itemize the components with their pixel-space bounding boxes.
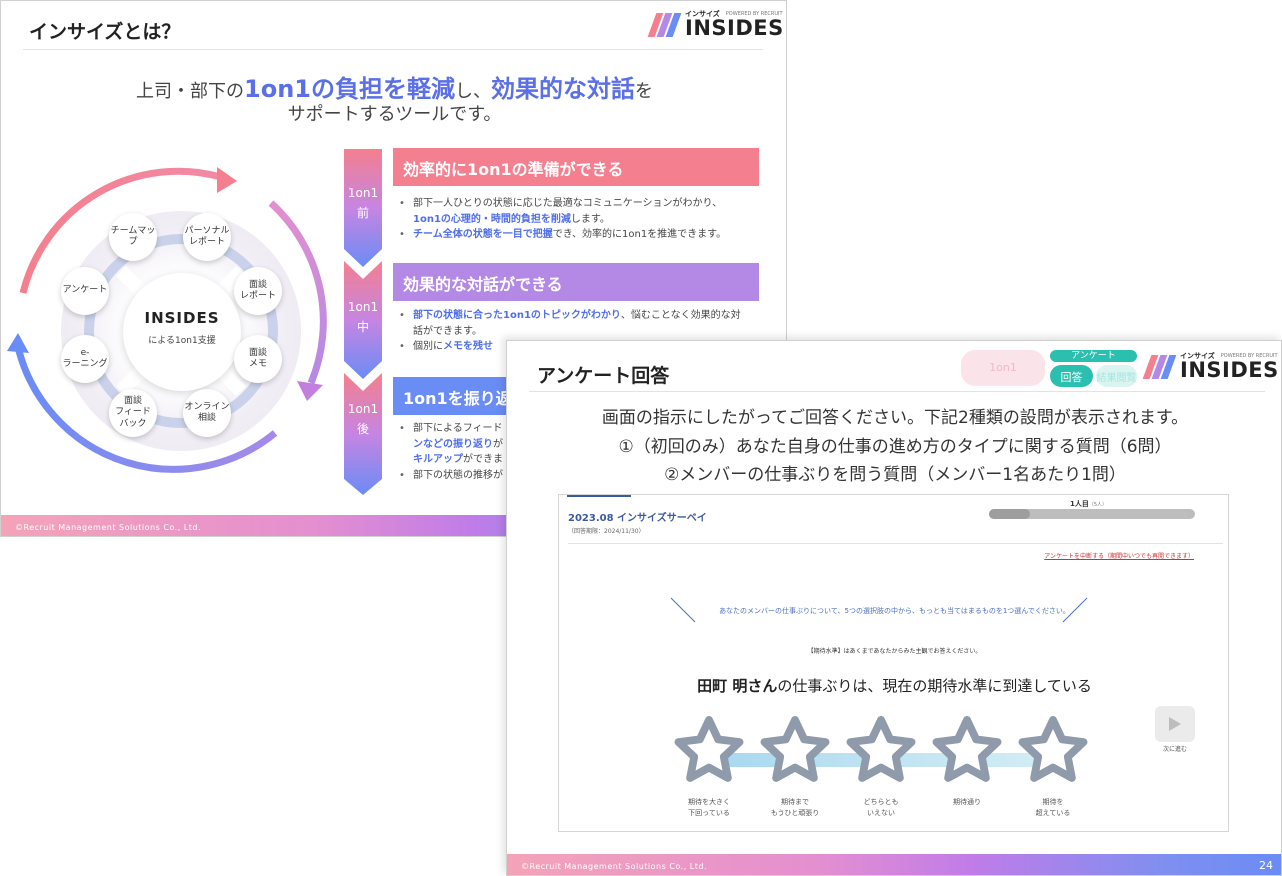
phase-label: 中	[356, 320, 369, 335]
tagline-highlight: 効果的な対話	[490, 75, 635, 103]
logo-wordmark: INSIDES	[1180, 358, 1279, 382]
instruction-line-1: 画面の指示にしたがってご回答ください。下記2種類の設問が表示されます。	[601, 408, 1189, 428]
node-interview-feedback: 面談 フィード バック	[109, 389, 157, 437]
tab-1on1[interactable]: 1on1	[961, 350, 1045, 386]
footer-copyright: ©Recruit Management Solutions Co., Ltd.	[521, 862, 708, 871]
question-instruction: あなたのメンバーの仕事ぶりについて、5つの選択肢の中から、もっとも当てはまるもの…	[719, 607, 1070, 615]
node-team-map: チームマップ	[109, 213, 157, 261]
tagline-text: し、	[454, 81, 491, 102]
bullet-text: 部下によるフィード	[413, 423, 503, 434]
node-online-consult: オンライン 相談	[183, 389, 231, 437]
star-option-2-icon[interactable]	[756, 715, 834, 789]
progress-fill	[989, 509, 1031, 519]
tagline-line2: サポートするツールです。	[287, 104, 502, 125]
star-option-4-icon[interactable]	[928, 715, 1006, 789]
bullet-highlight: メモを残せ	[443, 341, 493, 352]
center-subtitle: による1on1支援	[148, 336, 216, 346]
tagline-text: を	[634, 81, 653, 102]
star-option-1-icon[interactable]	[670, 715, 748, 789]
feature-heading-dialogue: 効果的な対話ができる	[393, 263, 759, 301]
survey-title: 2023.08 インサイズサーベイ	[568, 513, 707, 524]
instruction-line-3: ②メンバーの仕事ぶりを問う質問（メンバー1名あたり1問）	[664, 465, 1126, 485]
phase-during: 1on1 中	[344, 297, 382, 338]
center-logo: INSIDES	[144, 309, 220, 327]
survey-period: （回答期限：2024/11/30）	[568, 528, 645, 535]
play-icon	[1169, 717, 1181, 731]
node-e-learning: e- ラーニング	[61, 335, 109, 383]
star-option-5-icon[interactable]	[1014, 715, 1092, 789]
tagline-line1: 上司・部下の1on1の負担を軽減し、効果的な対話を	[1, 69, 786, 104]
bullet-highlight: キルアップ	[413, 454, 463, 465]
count-total-text: （5人）	[1088, 502, 1108, 508]
instruction-line-2: ①（初回のみ）あなた自身の仕事の進め方のタイプに関する質問（6問）	[618, 437, 1172, 457]
question-note: 【期待水準】はあくまであなたからみた主観でお答えください。	[807, 648, 982, 655]
bullet-highlight: ンなどの振り返り	[413, 438, 493, 450]
feature-heading-prep: 効率的に1on1の準備ができる	[393, 148, 759, 186]
count-text: 1人目	[1070, 500, 1089, 508]
bullet-text: 個別に	[413, 341, 443, 352]
slide-title: インサイズとは？	[29, 21, 181, 43]
title-divider	[529, 391, 1265, 392]
survey-screenshot: 2023.08 インサイズサーベイ （回答期限：2024/11/30） 1人目（…	[558, 494, 1229, 832]
member-name: 田町 明さん	[697, 677, 778, 695]
insides-logo: インサイズ POWERED BY RECRUIT INSIDES	[647, 11, 784, 40]
insides-logo-mark-icon	[1142, 355, 1177, 379]
bullet-highlight: チーム全体の状態を一目で把握	[413, 229, 553, 240]
phase-label: 前	[356, 206, 369, 221]
bullet-text: 部下一人ひとりの状態に応じた最適なコミュニケーションがわかり、	[413, 198, 723, 209]
tagline-text: 上司・部下の	[136, 81, 244, 102]
tab-survey-header: アンケート	[1050, 350, 1137, 362]
insides-logo-mark-icon	[647, 13, 682, 37]
footer-copyright: ©Recruit Management Solutions Co., Ltd.	[15, 523, 202, 532]
option-label-4: 期待通り	[953, 798, 981, 806]
bullet-highlight: 部下の状態に合った1on1のトピックがわかり	[413, 310, 621, 321]
tab-answer[interactable]: 回答	[1050, 365, 1093, 387]
phase-label: 1on1	[347, 300, 379, 314]
next-button-label: 次に進む	[1162, 746, 1187, 753]
slide-title: アンケート回答	[537, 365, 670, 387]
question-text: 田町 明さんの仕事ぶりは、現在の期待水準に到達している	[559, 675, 1230, 696]
tagline-highlight: 1on1の負担を軽減	[244, 75, 455, 103]
node-interview-report: 面談 レポート	[234, 267, 282, 315]
phase-after: 1on1 後	[344, 399, 382, 440]
bullet-text: 部下の状態の推移が	[413, 469, 503, 481]
bullet-text: が	[493, 438, 503, 450]
page-number: 24	[1259, 859, 1273, 872]
node-survey: アンケート	[61, 267, 109, 315]
title-divider	[23, 49, 763, 50]
star-option-3-icon[interactable]	[842, 715, 920, 789]
bullet: 部下一人ひとりの状態に応じた最適なコミュニケーションがわかり、 1on1の心理的・…	[399, 196, 749, 227]
slide-survey-answer: アンケート回答 1on1 アンケート 回答 結果閲覧 インサイズ POWERED …	[506, 340, 1282, 876]
tab-results[interactable]: 結果閲覧	[1096, 365, 1137, 387]
survey-top-accent	[567, 495, 631, 497]
option-label-2: 期待まで もうひと頑張り	[770, 798, 820, 817]
question-body: の仕事ぶりは、現在の期待水準に到達している	[777, 677, 1092, 695]
bullet-text: でき、効率的に1on1を推進できます。	[552, 229, 727, 240]
phase-before: 1on1 前	[344, 183, 382, 224]
bullet: 部下の状態に合った1on1のトピックがわかり、悩むことなく効果的な対話ができます…	[399, 308, 749, 339]
phase-label: 後	[356, 422, 369, 437]
option-label-5: 期待を 超えている	[1035, 798, 1071, 817]
phase-label: 1on1	[347, 402, 379, 416]
feature-bullets-prep: 部下一人ひとりの状態に応じた最適なコミュニケーションがわかり、 1on1の心理的・…	[399, 196, 749, 243]
survey-progress-bar	[989, 509, 1195, 519]
suspend-survey-link[interactable]: アンケートを中断する（期間中いつでも再開できます）	[1044, 551, 1194, 560]
node-interview-memo: 面談 メモ	[234, 335, 282, 383]
bullet-highlight: 1on1の心理的・時間的負担を削減	[413, 213, 571, 225]
bullet: チーム全体の状態を一目で把握でき、効率的に1on1を推進できます。	[399, 227, 749, 243]
bullet-text: します。	[570, 213, 610, 225]
logo-wordmark: INSIDES	[685, 16, 784, 40]
option-label-3: どちらとも いえない	[863, 798, 899, 817]
bullet-text: ができま	[463, 454, 503, 465]
next-button[interactable]	[1155, 706, 1195, 742]
survey-respondent-count: 1人目（5人）	[1070, 499, 1107, 509]
header-divider	[568, 543, 1223, 544]
phase-label: 1on1	[347, 186, 379, 200]
node-personal-report: パーソナル レポート	[183, 213, 231, 261]
insides-center-circle: INSIDES による1on1支援	[123, 273, 241, 391]
option-label-1: 期待を大きく 下回っている	[688, 798, 730, 817]
insides-logo: インサイズ POWERED BY RECRUIT INSIDES	[1142, 353, 1279, 382]
